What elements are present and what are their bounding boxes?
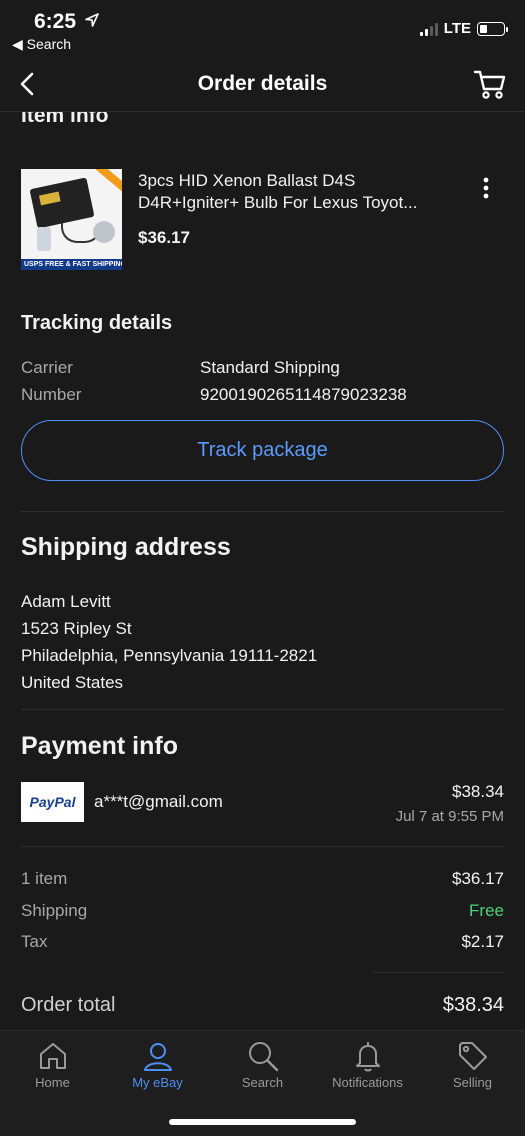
tab-my-ebay[interactable]: My eBay <box>105 1039 210 1090</box>
payment-info-title: Payment info <box>21 732 178 760</box>
items-count-label: 1 item <box>21 869 68 888</box>
address-street: 1523 Ripley St <box>21 619 132 638</box>
tab-notifications[interactable]: Notifications <box>315 1039 420 1090</box>
tab-search-label: Search <box>241 1075 284 1090</box>
carrier-value: Standard Shipping <box>200 358 340 377</box>
items-subtotal: $36.17 <box>452 869 504 888</box>
payment-date: Jul 7 at 9:55 PM <box>395 808 504 825</box>
address-city: Philadelphia, Pennsylvania 19111-2821 <box>21 646 318 665</box>
tab-selling[interactable]: Selling <box>420 1039 525 1090</box>
back-to-search-link[interactable]: ◀ Search <box>12 36 71 53</box>
tab-search[interactable]: Search <box>210 1039 315 1090</box>
order-total-label: Order total <box>21 994 116 1016</box>
tax-value: $2.17 <box>461 932 504 951</box>
status-time: 6:25 <box>34 10 77 33</box>
shipping-address-title: Shipping address <box>21 533 231 561</box>
divider <box>21 511 504 512</box>
payment-email: a***t@gmail.com <box>94 792 223 811</box>
item-title-line2: D4R+Igniter+ Bulb For Lexus Toyot... <box>138 193 418 212</box>
item-image-banner: USPS FREE & FAST SHIPPING <box>21 259 122 270</box>
search-icon <box>248 1042 278 1072</box>
item-info-title: Item info <box>21 112 109 127</box>
paypal-logo: PayPal <box>21 782 84 822</box>
shipping-cost: Free <box>469 901 504 920</box>
tracking-number[interactable]: 9200190265114879023238 <box>200 385 407 405</box>
more-options-icon[interactable] <box>476 176 496 200</box>
page-title: Order details <box>197 72 328 95</box>
shipping-address-block: Adam Levitt 1523 Ripley St Philadelphia,… <box>21 588 317 696</box>
order-details-content[interactable]: Item info USPS FREE & FAST SHIPPING 3pcs… <box>0 112 525 1030</box>
location-arrow-icon <box>85 13 99 27</box>
tab-my-ebay-label: My eBay <box>132 1075 183 1090</box>
item-image[interactable]: USPS FREE & FAST SHIPPING <box>21 169 122 270</box>
tab-notifications-label: Notifications <box>332 1075 403 1090</box>
status-bar: 6:25 ◀ Search LTE <box>0 0 525 56</box>
bell-icon <box>355 1042 380 1072</box>
network-type: LTE <box>443 20 471 37</box>
item-price: $36.17 <box>138 228 190 247</box>
order-total-value: $38.34 <box>442 994 504 1016</box>
address-country: United States <box>21 673 124 692</box>
tracking-details-title: Tracking details <box>21 312 173 334</box>
item-title[interactable]: 3pcs HID Xenon Ballast D4S D4R+Igniter+ … <box>138 170 448 214</box>
shipping-label: Shipping <box>21 901 88 920</box>
user-icon <box>143 1043 172 1071</box>
address-name: Adam Levitt <box>21 592 111 611</box>
tab-home[interactable]: Home <box>0 1039 105 1090</box>
item-title-line1: 3pcs HID Xenon Ballast D4S <box>138 171 356 190</box>
battery-icon <box>477 21 508 36</box>
tax-label: Tax <box>21 932 48 951</box>
tab-selling-label: Selling <box>452 1075 493 1090</box>
signal-icon <box>419 22 438 36</box>
home-indicator[interactable] <box>169 1119 356 1125</box>
carrier-label: Carrier <box>21 358 73 377</box>
nav-header: Order details <box>0 56 525 112</box>
track-package-button[interactable]: Track package <box>21 420 504 481</box>
home-icon <box>39 1043 66 1069</box>
total-divider <box>373 972 504 973</box>
number-label: Number <box>21 385 82 404</box>
payment-amount: $38.34 <box>452 782 504 801</box>
divider <box>21 709 504 710</box>
tab-home-label: Home <box>35 1075 70 1090</box>
tag-icon <box>458 1042 487 1070</box>
status-indicators: LTE <box>419 20 508 37</box>
cart-icon[interactable] <box>473 68 507 100</box>
paypal-logo-text: PayPal <box>29 794 76 810</box>
divider <box>21 846 504 847</box>
